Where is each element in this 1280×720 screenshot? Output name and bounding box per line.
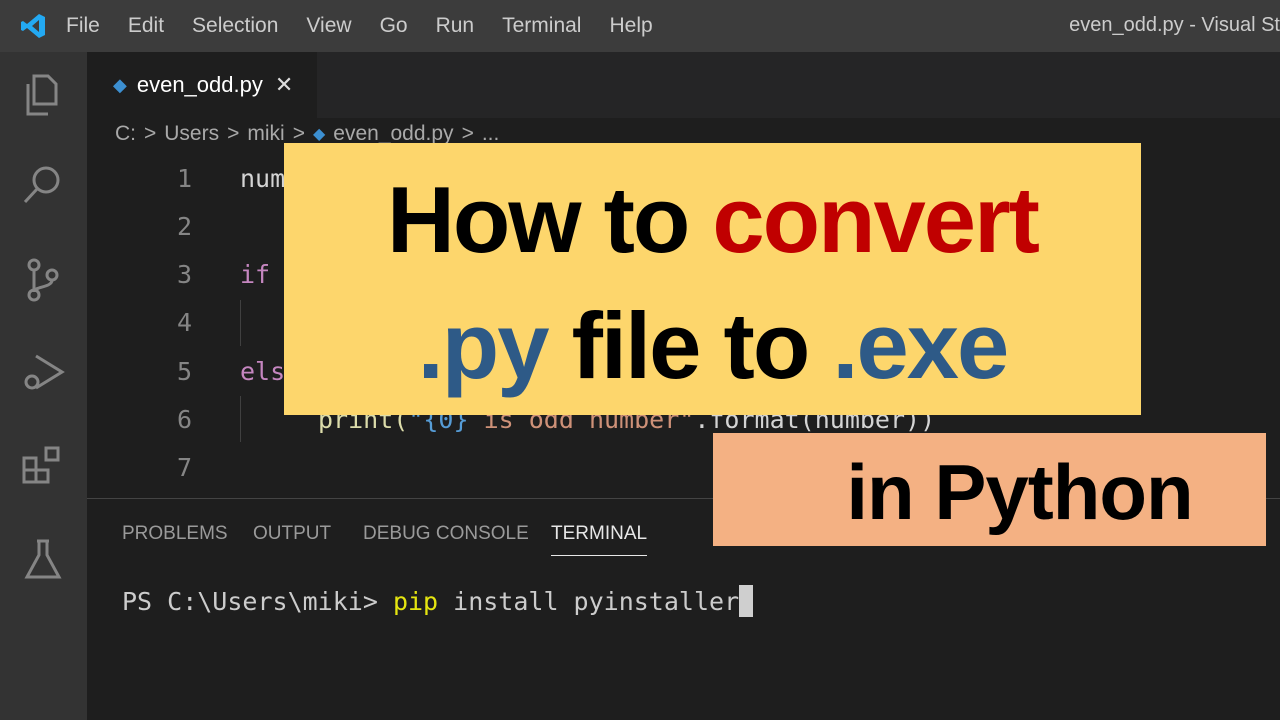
indent-guide [240, 300, 241, 346]
terminal-command: pip [392, 586, 439, 616]
menu-help[interactable]: Help [609, 14, 652, 38]
code-line-5: els [240, 357, 286, 386]
crumb-miki[interactable]: miki [247, 122, 284, 146]
tab-even-odd-py[interactable]: ◆ even_odd.py ✕ [87, 52, 317, 118]
crumb-users[interactable]: Users [164, 122, 219, 146]
python-file-icon: ◆ [113, 74, 127, 95]
line-number: 2 [176, 212, 192, 241]
line-number: 4 [176, 308, 192, 337]
extensions-icon[interactable] [20, 442, 66, 488]
close-icon[interactable]: ✕ [275, 72, 293, 98]
title-text: file to [547, 293, 833, 398]
menu-run[interactable]: Run [436, 14, 475, 38]
line-number: 3 [176, 260, 192, 289]
title-text: How to [387, 167, 713, 272]
python-file-icon: ◆ [312, 126, 326, 143]
testing-flask-icon[interactable] [20, 537, 66, 583]
menu-go[interactable]: Go [380, 14, 408, 38]
title-highlight: .py [417, 293, 550, 398]
search-icon[interactable] [20, 162, 66, 208]
code-line-3: if [240, 260, 271, 289]
vscode-logo-icon [0, 13, 66, 39]
terminal[interactable]: PS C:\Users\miki> pip install pyinstalle… [122, 585, 754, 617]
line-number: 1 [176, 164, 192, 193]
terminal-prompt: PS C:\Users\miki> [122, 586, 393, 616]
menu-terminal[interactable]: Terminal [502, 14, 581, 38]
tab-label: even_odd.py [136, 72, 263, 97]
menu-selection[interactable]: Selection [192, 14, 278, 38]
title-overlay: How to convert .py file to .exe [284, 143, 1141, 415]
tab-terminal[interactable]: TERMINAL [551, 523, 648, 556]
title-highlight: .exe [832, 293, 1009, 398]
window-title: even_odd.py - Visual St [1069, 14, 1280, 36]
source-control-icon[interactable] [20, 257, 66, 303]
title-bar: File Edit Selection View Go Run Terminal… [0, 0, 1280, 52]
line-number: 5 [176, 357, 192, 386]
menu-edit[interactable]: Edit [128, 14, 164, 38]
subtitle-overlay: in Python [713, 433, 1266, 546]
run-debug-icon[interactable] [20, 350, 66, 396]
menu-view[interactable]: View [306, 14, 351, 38]
title-highlight: convert [712, 167, 1040, 272]
line-number: 6 [176, 405, 192, 434]
terminal-cursor [739, 585, 754, 617]
crumb-drive[interactable]: C: [115, 122, 136, 146]
crumb-sep: > [227, 122, 240, 145]
activity-bar [0, 52, 87, 720]
tab-output[interactable]: OUTPUT [253, 523, 331, 545]
terminal-args: install pyinstaller [438, 586, 740, 616]
crumb-sep: > [144, 122, 157, 145]
menu-file[interactable]: File [66, 14, 100, 38]
code-line-1: num [240, 164, 286, 193]
tab-bar: ◆ even_odd.py ✕ [87, 52, 1280, 118]
explorer-icon[interactable] [20, 72, 66, 118]
tab-debug-console[interactable]: DEBUG CONSOLE [363, 523, 529, 545]
tab-problems[interactable]: PROBLEMS [122, 523, 228, 545]
line-number: 7 [176, 453, 192, 482]
indent-guide [240, 396, 241, 442]
